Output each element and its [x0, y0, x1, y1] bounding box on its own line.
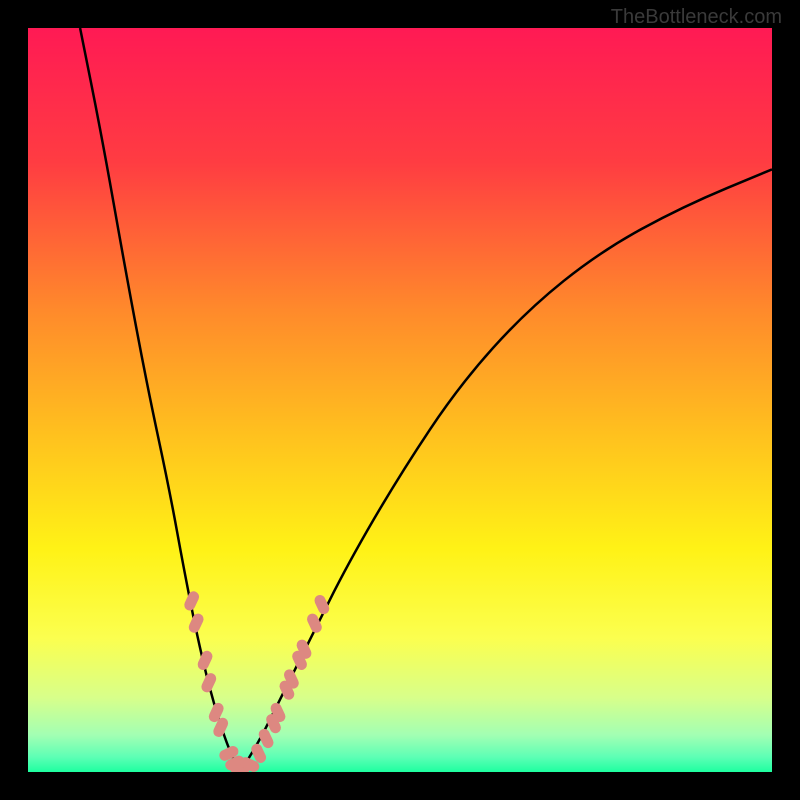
marker-point — [305, 612, 323, 635]
watermark-text: TheBottleneck.com — [611, 6, 782, 29]
marker-point — [182, 589, 200, 612]
marker-point — [200, 671, 218, 694]
chart-area — [28, 28, 772, 772]
marker-point — [196, 649, 214, 672]
marker-point — [187, 612, 205, 635]
marker-point — [313, 593, 331, 616]
data-markers — [28, 28, 772, 772]
